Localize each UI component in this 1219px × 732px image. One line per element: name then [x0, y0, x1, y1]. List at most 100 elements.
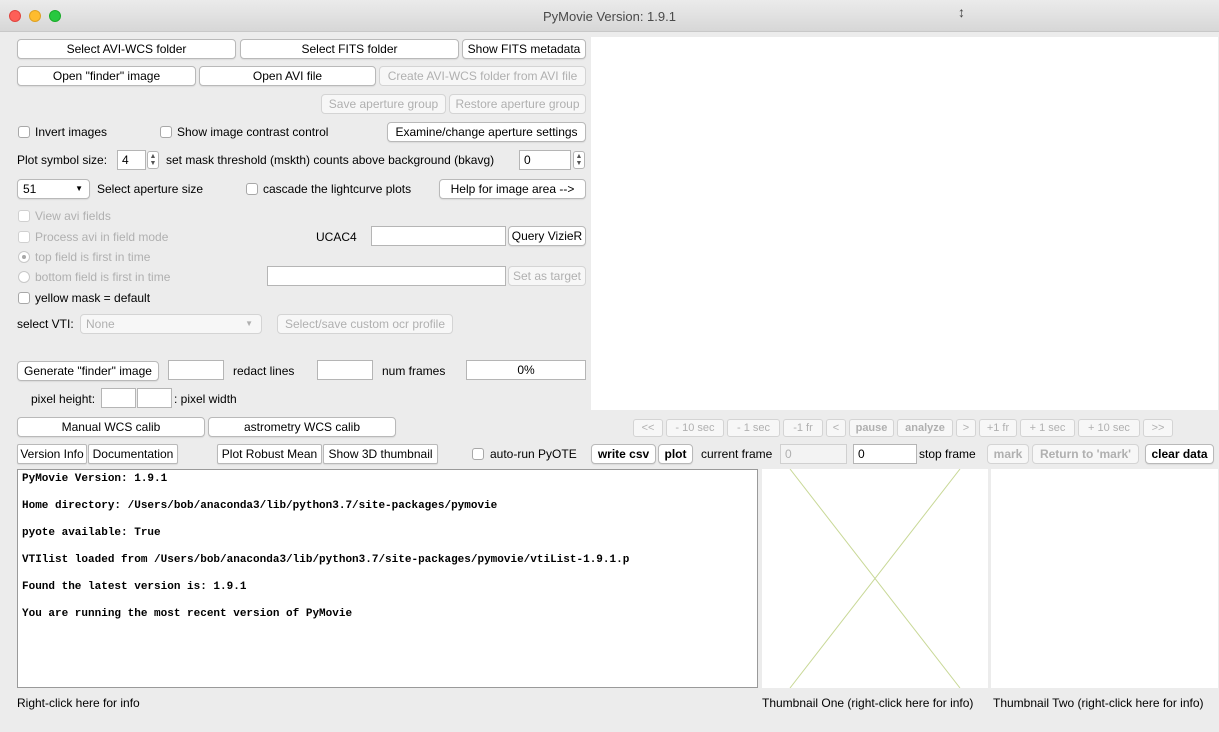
top-field-first-label: top field is first in time	[35, 250, 151, 264]
image-display-area[interactable]	[591, 37, 1218, 410]
save-aperture-group-button[interactable]: Save aperture group	[321, 94, 446, 114]
select-ocr-profile-button[interactable]: Select/save custom ocr profile	[277, 314, 453, 334]
thumbnail-two[interactable]	[991, 469, 1218, 688]
pixel-width-input[interactable]	[137, 388, 172, 408]
log-text-area[interactable]: PyMovie Version: 1.9.1 Home directory: /…	[17, 469, 758, 688]
select-avi-wcs-folder-button[interactable]: Select AVI-WCS folder	[17, 39, 236, 59]
plot-robust-mean-button[interactable]: Plot Robust Mean	[217, 444, 322, 464]
stop-frame-label: stop frame	[919, 447, 976, 461]
invert-images-label: Invert images	[35, 125, 108, 139]
nav-back-1fr-button[interactable]: -1 fr	[783, 419, 823, 437]
thumbnail-two-label[interactable]: Thumbnail Two (right-click here for info…	[993, 695, 1204, 711]
show-contrast-checkbox[interactable]	[160, 126, 172, 138]
num-frames-input[interactable]	[317, 360, 373, 380]
version-info-button[interactable]: Version Info	[17, 444, 87, 464]
nav-first-button[interactable]: <<	[633, 419, 663, 437]
chevron-down-icon: ▼	[245, 319, 253, 328]
pin-icon: ↕	[958, 4, 965, 20]
plot-symbol-size-label: Plot symbol size:	[17, 153, 108, 167]
aperture-size-select[interactable]: 51 ▼	[17, 179, 90, 199]
create-avi-wcs-folder-button[interactable]: Create AVI-WCS folder from AVI file	[379, 66, 586, 86]
generate-finder-image-button[interactable]: Generate "finder" image	[17, 361, 159, 381]
nav-fwd-1fr-button[interactable]: +1 fr	[979, 419, 1017, 437]
clear-data-button[interactable]: clear data	[1145, 444, 1214, 464]
show-3d-thumbnail-button[interactable]: Show 3D thumbnail	[323, 444, 438, 464]
nav-back-10sec-button[interactable]: - 10 sec	[666, 419, 724, 437]
stop-frame-input[interactable]: 0	[853, 444, 917, 464]
select-fits-folder-button[interactable]: Select FITS folder	[240, 39, 459, 59]
show-contrast-label: Show image contrast control	[177, 125, 329, 139]
return-to-mark-button[interactable]: Return to 'mark'	[1032, 444, 1139, 464]
documentation-button[interactable]: Documentation	[88, 444, 178, 464]
nav-last-button[interactable]: >>	[1143, 419, 1173, 437]
restore-aperture-group-button[interactable]: Restore aperture group	[449, 94, 586, 114]
view-avi-fields-label: View avi fields	[35, 209, 111, 223]
num-frames-label: num frames	[382, 364, 446, 378]
help-image-area-button[interactable]: Help for image area -->	[439, 179, 586, 199]
bottom-field-first-label: bottom field is first in time	[35, 270, 171, 284]
chevron-down-icon: ▼	[75, 184, 83, 193]
open-avi-file-button[interactable]: Open AVI file	[199, 66, 376, 86]
write-csv-button[interactable]: write csv	[591, 444, 656, 464]
pixel-height-input[interactable]	[101, 388, 136, 408]
top-field-first-radio[interactable]	[18, 251, 30, 263]
progress-bar: 0%	[466, 360, 586, 380]
auto-run-pyote-checkbox[interactable]	[472, 448, 484, 460]
set-as-target-button[interactable]: Set as target	[508, 266, 586, 286]
log-line: Found the latest version is: 1.9.1	[22, 581, 247, 593]
select-aperture-size-label: Select aperture size	[97, 182, 204, 196]
log-line: Home directory: /Users/bob/anaconda3/lib…	[22, 500, 498, 512]
target-input[interactable]	[267, 266, 506, 286]
process-field-mode-checkbox[interactable]	[18, 231, 30, 243]
log-line: VTIlist loaded from /Users/bob/anaconda3…	[22, 554, 630, 566]
mask-threshold-stepper[interactable]: ▲ ▼	[573, 151, 585, 169]
current-frame-input[interactable]: 0	[780, 444, 847, 464]
nav-fwd-1sec-button[interactable]: + 1 sec	[1020, 419, 1075, 437]
log-line: pyote available: True	[22, 527, 161, 539]
current-frame-label: current frame	[701, 447, 773, 461]
vti-select[interactable]: None ▼	[80, 314, 262, 334]
mark-button[interactable]: mark	[987, 444, 1029, 464]
thumbnail-one[interactable]	[762, 468, 988, 689]
redact-lines-input[interactable]	[168, 360, 224, 380]
pixel-height-label: pixel height:	[31, 392, 96, 406]
bottom-field-first-radio[interactable]	[18, 271, 30, 283]
plot-symbol-size-input[interactable]: 4	[117, 150, 146, 170]
query-vizier-button[interactable]: Query VizieR	[508, 226, 586, 246]
yellow-mask-label: yellow mask = default	[35, 291, 151, 305]
mask-threshold-label: set mask threshold (mskth) counts above …	[166, 153, 495, 167]
pixel-width-label: : pixel width	[174, 392, 237, 406]
manual-wcs-calib-button[interactable]: Manual WCS calib	[17, 417, 205, 437]
nav-prev-button[interactable]: <	[826, 419, 846, 437]
nav-back-1sec-button[interactable]: - 1 sec	[727, 419, 780, 437]
cascade-plots-checkbox[interactable]	[246, 183, 258, 195]
aperture-size-value: 51	[23, 182, 37, 196]
ucac4-label: UCAC4	[316, 230, 357, 244]
astrometry-wcs-calib-button[interactable]: astrometry WCS calib	[208, 417, 396, 437]
auto-run-pyote-label: auto-run PyOTE	[490, 447, 577, 461]
process-field-mode-label: Process avi in field mode	[35, 230, 169, 244]
plot-symbol-size-stepper[interactable]: ▲ ▼	[147, 151, 159, 169]
log-line: PyMovie Version: 1.9.1	[22, 473, 168, 485]
mask-threshold-input[interactable]: 0	[519, 150, 571, 170]
yellow-mask-checkbox[interactable]	[18, 292, 30, 304]
log-line: You are running the most recent version …	[22, 608, 353, 620]
invert-images-checkbox[interactable]	[18, 126, 30, 138]
nav-fwd-10sec-button[interactable]: + 10 sec	[1078, 419, 1140, 437]
examine-aperture-settings-button[interactable]: Examine/change aperture settings	[387, 122, 586, 142]
redact-lines-label: redact lines	[233, 364, 295, 378]
nav-analyze-button[interactable]: analyze	[897, 419, 953, 437]
ucac4-input[interactable]	[371, 226, 506, 246]
nav-pause-button[interactable]: pause	[849, 419, 894, 437]
thumbnail-placeholder-cross	[789, 468, 961, 689]
cascade-plots-label: cascade the lightcurve plots	[263, 182, 412, 196]
select-vti-label: select VTI:	[17, 317, 74, 331]
thumbnail-one-label[interactable]: Thumbnail One (right-click here for info…	[762, 695, 973, 711]
view-avi-fields-checkbox[interactable]	[18, 210, 30, 222]
open-finder-image-button[interactable]: Open "finder" image	[17, 66, 196, 86]
log-info-label[interactable]: Right-click here for info	[17, 695, 140, 711]
show-fits-metadata-button[interactable]: Show FITS metadata	[462, 39, 586, 59]
nav-next-button[interactable]: >	[956, 419, 976, 437]
plot-button[interactable]: plot	[658, 444, 693, 464]
window-title: PyMovie Version: 1.9.1	[543, 9, 676, 24]
